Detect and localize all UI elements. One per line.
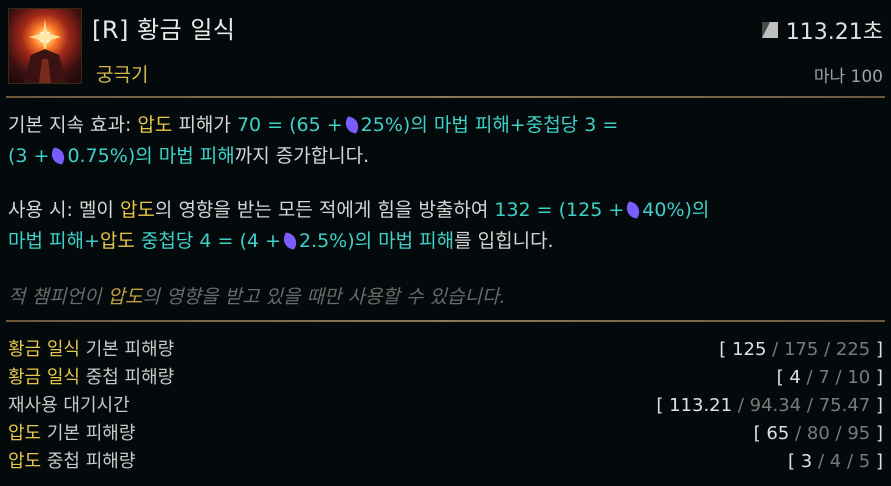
ability-power-icon bbox=[624, 201, 643, 219]
overwhelm-keyword: 압도 bbox=[107, 286, 143, 308]
overwhelm-keyword: 압도 bbox=[137, 114, 173, 136]
stat-row: 재사용 대기시간 [ 113.21 / 94.34 / 75.47 ] bbox=[8, 395, 883, 416]
ability-title: [R] 황금 일식 bbox=[92, 16, 236, 44]
rank-stats: 황금 일식 기본 피해량 [ 125 / 175 / 225 ] 황금 일식 중… bbox=[8, 336, 883, 476]
stat-row: 황금 일식 기본 피해량 [ 125 / 175 / 225 ] bbox=[8, 339, 883, 360]
cooldown-value: 113.21초 bbox=[785, 20, 883, 45]
overwhelm-keyword: 압도 bbox=[119, 199, 155, 221]
ability-type: 궁극기 bbox=[96, 64, 149, 86]
ability-icon bbox=[8, 8, 82, 84]
divider bbox=[6, 320, 885, 322]
active-label: 사용 시 bbox=[8, 199, 67, 221]
stat-row: 황금 일식 중첩 피해량 [ 4 / 7 / 10 ] bbox=[8, 367, 883, 388]
ability-power-icon bbox=[342, 116, 361, 134]
ability-power-icon bbox=[280, 232, 299, 250]
passive-label: 기본 지속 효과 bbox=[8, 114, 125, 136]
passive-description: 기본 지속 효과: 압도 피해가 70 = (65 +25%)의 마법 피해+중… bbox=[8, 114, 619, 167]
stat-row: 압도 중첩 피해량 [ 3 / 4 / 5 ] bbox=[8, 451, 883, 472]
active-description: 사용 시: 멜이 압도의 영향을 받는 모든 적에게 힘을 방출하여 132 =… bbox=[8, 199, 710, 252]
stat-row: 압도 기본 피해량 [ 65 / 80 / 95 ] bbox=[8, 423, 883, 444]
cooldown: 113.21초 bbox=[761, 14, 883, 46]
usage-note: 적 챔피언이 압도의 영향을 받고 있을 때만 사용할 수 있습니다. bbox=[8, 286, 506, 308]
cooldown-icon bbox=[761, 22, 778, 38]
ability-tooltip: [R] 황금 일식 궁극기 113.21초 마나 100 기본 지속 효과: 압… bbox=[0, 0, 891, 486]
divider bbox=[6, 96, 885, 98]
ability-power-icon bbox=[49, 147, 68, 165]
overwhelm-keyword: 압도 bbox=[99, 230, 135, 252]
mana-cost: 마나 100 bbox=[813, 67, 883, 87]
